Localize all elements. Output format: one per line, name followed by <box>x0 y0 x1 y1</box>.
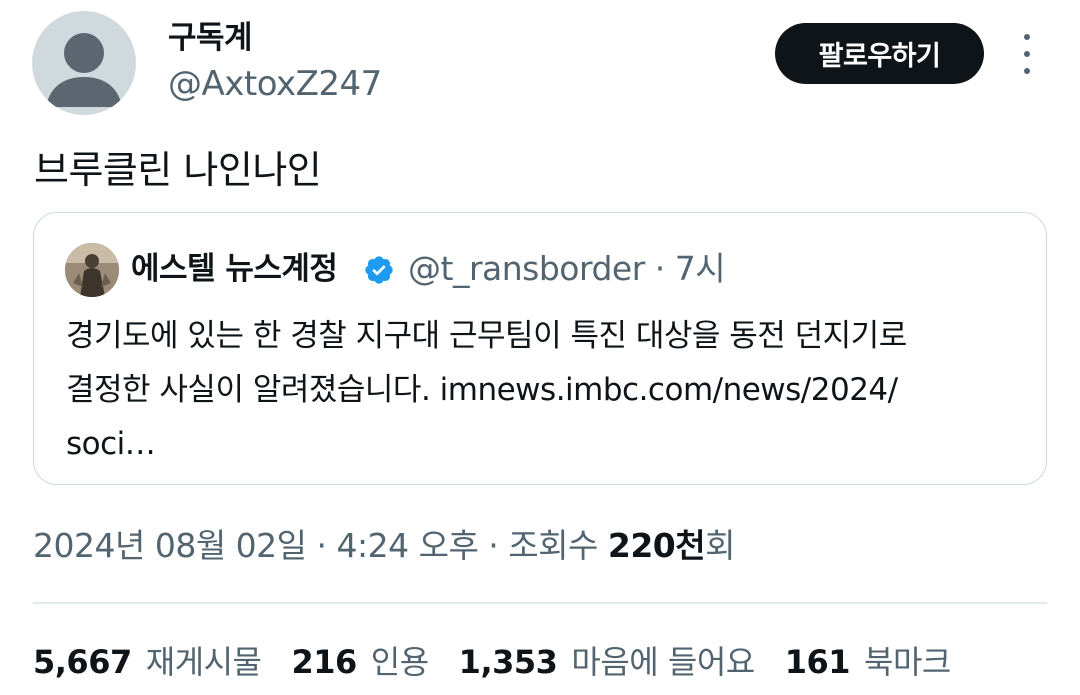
author-display-name[interactable]: 구독계 <box>168 16 253 60</box>
author-avatar[interactable] <box>32 11 136 115</box>
bookmarks-label: 북마크 <box>864 643 951 681</box>
more-options-button[interactable] <box>1010 34 1044 74</box>
quoted-tweet-body: 경기도에 있는 한 경찰 지구대 근무팀이 특진 대상을 동전 던지기로 결정한… <box>66 309 1026 471</box>
tweet-text: 브루클린 나인나인 <box>34 148 322 192</box>
default-avatar-icon <box>46 33 122 107</box>
quoted-body-line[interactable]: soci… <box>66 417 1026 471</box>
quotes-count: 216 <box>291 643 357 681</box>
more-vertical-icon <box>1024 68 1030 74</box>
quotes-label: 인용 <box>370 643 429 681</box>
author-handle[interactable]: @AxtoxZ247 <box>168 62 382 106</box>
likes-stat[interactable]: 1,353 마음에 들어요 <box>458 639 756 685</box>
statue-avatar-icon <box>65 243 119 297</box>
verified-badge-icon <box>365 256 393 284</box>
reposts-stat[interactable]: 5,667 재게시물 <box>33 639 262 685</box>
likes-count: 1,353 <box>458 643 558 681</box>
quoted-author-avatar[interactable] <box>65 243 119 297</box>
follow-button[interactable]: 팔로우하기 <box>775 23 984 84</box>
bookmarks-stat[interactable]: 161 북마크 <box>784 639 952 685</box>
bookmarks-count: 161 <box>784 643 851 681</box>
engagement-stats: 5,667 재게시물 216 인용 1,353 마음에 들어요 161 북마크 <box>33 639 981 685</box>
quoted-display-name[interactable]: 에스텔 뉴스계정 <box>131 247 338 291</box>
more-vertical-icon <box>1024 51 1030 57</box>
quoted-body-line[interactable]: 결정한 사실이 알려졌습니다. imnews.imbc.com/news/202… <box>66 363 1026 417</box>
quoted-tweet-card[interactable]: 에스텔 뉴스계정 @t_ransborder · 7시 경기도에 있는 한 경찰… <box>33 212 1047 485</box>
view-count: 220천 <box>607 526 706 565</box>
tweet-meta: 2024년 08월 02일 · 4:24 오후 · 조회수 220천회 <box>33 523 735 569</box>
tweet-timestamp[interactable]: 2024년 08월 02일 · 4:24 오후 · 조회수 <box>33 526 608 565</box>
reposts-label: 재게시물 <box>145 643 262 681</box>
quoted-handle-time[interactable]: @t_ransborder · 7시 <box>408 247 726 291</box>
more-vertical-icon <box>1024 34 1030 40</box>
likes-label: 마음에 들어요 <box>571 643 755 681</box>
quoted-body-line: 경기도에 있는 한 경찰 지구대 근무팀이 특진 대상을 동전 던지기로 <box>66 318 907 354</box>
quotes-stat[interactable]: 216 인용 <box>291 639 429 685</box>
divider <box>33 602 1047 604</box>
reposts-count: 5,667 <box>33 643 132 681</box>
view-count-suffix: 회 <box>705 526 735 565</box>
